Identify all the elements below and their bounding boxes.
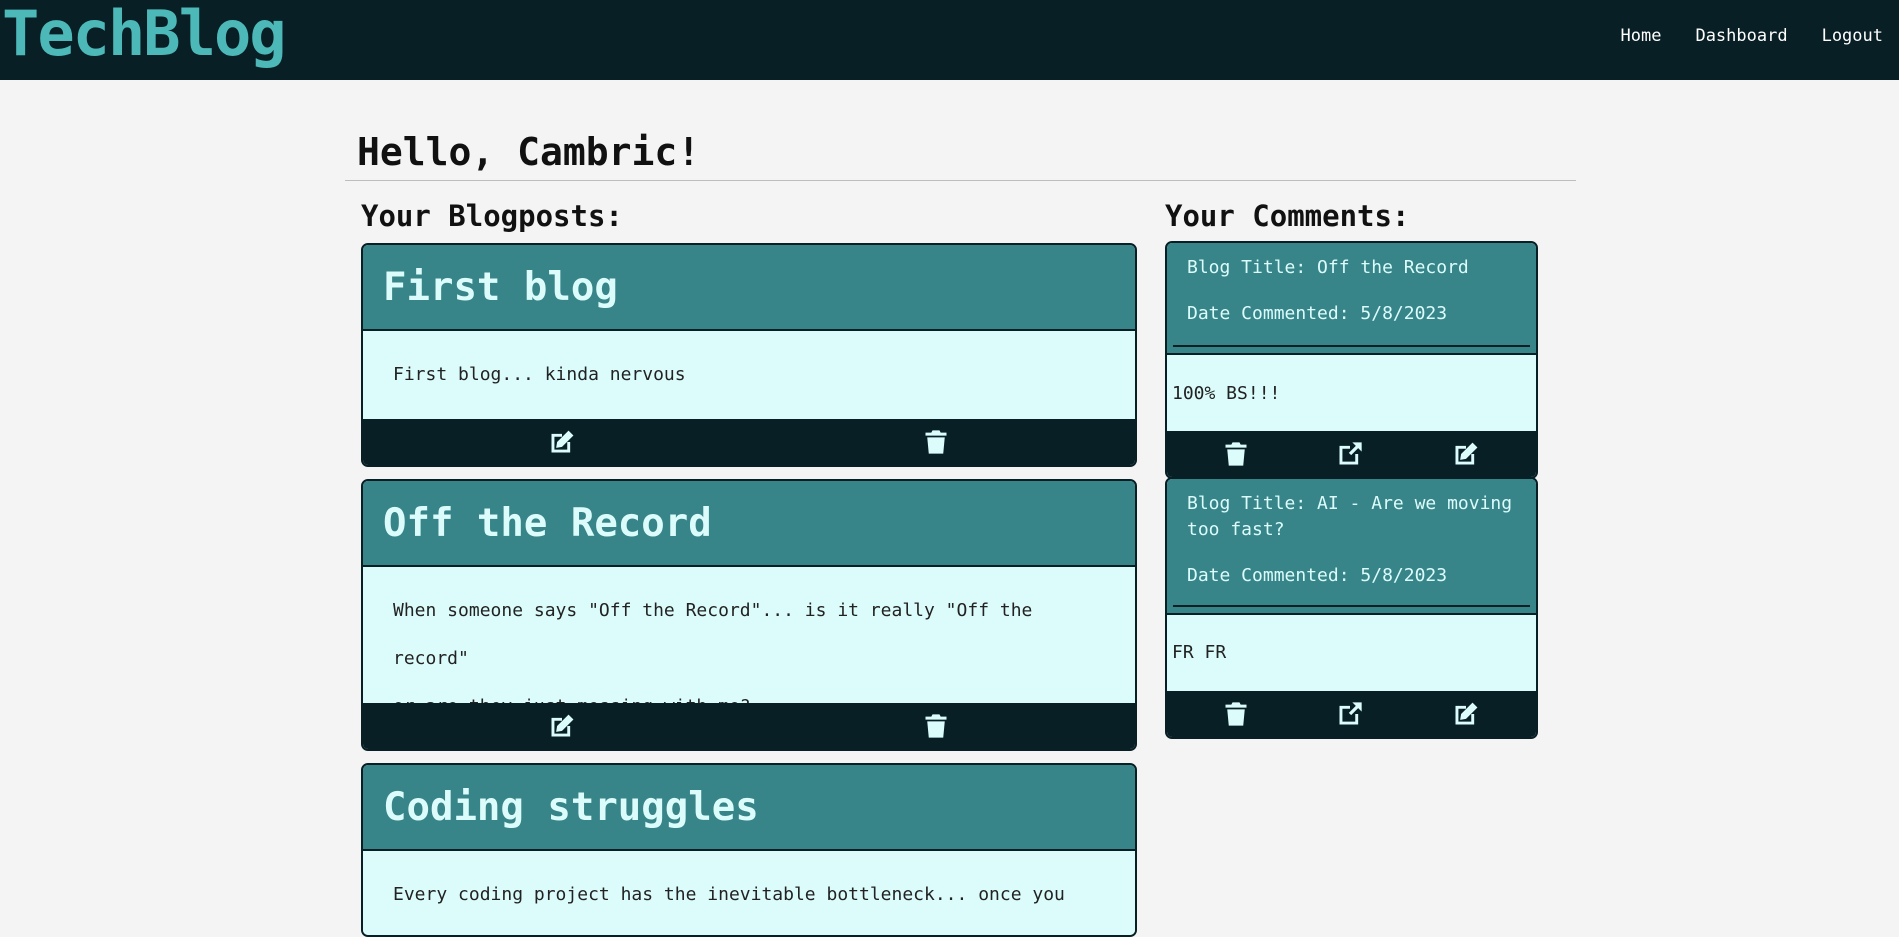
trash-icon[interactable] — [922, 712, 950, 740]
blogposts-heading: Your Blogposts: — [361, 199, 623, 233]
edit-icon[interactable] — [548, 428, 576, 456]
navbar: TechBlog Home Dashboard Logout — [0, 0, 1899, 80]
blogpost-title[interactable]: Off the Record — [363, 481, 1135, 567]
blogpost-title[interactable]: First blog — [363, 245, 1135, 331]
nav-dashboard-link[interactable]: Dashboard — [1695, 26, 1787, 46]
blogpost-card: Coding struggles Every coding project ha… — [361, 763, 1137, 937]
blogpost-title[interactable]: Coding struggles — [363, 765, 1135, 851]
trash-icon[interactable] — [922, 428, 950, 456]
blogpost-body-line: When someone says "Off the Record"... is… — [393, 600, 1033, 669]
blogpost-body-line: Every coding project has the inevitable … — [393, 884, 1065, 935]
edit-icon[interactable] — [1452, 440, 1480, 468]
blogpost-card: First blog First blog... kinda nervous — [361, 243, 1137, 467]
external-link-icon[interactable] — [1336, 700, 1364, 728]
nav-logout-link[interactable]: Logout — [1822, 26, 1883, 46]
blogpost-body: Every coding project has the inevitable … — [363, 851, 1135, 935]
blogpost-body: When someone says "Off the Record"... is… — [363, 567, 1135, 717]
comment-date: Date Commented: 5/8/2023 — [1187, 303, 1448, 324]
comment-card: Blog Title: AI - Are we moving too fast?… — [1165, 477, 1538, 739]
comment-card: Blog Title: Off the Record Date Commente… — [1165, 241, 1538, 479]
comments-heading: Your Comments: — [1165, 199, 1410, 233]
comment-text: FR FR — [1167, 613, 1536, 691]
external-link-icon[interactable] — [1336, 440, 1364, 468]
comment-header-divider — [1173, 345, 1530, 347]
blogpost-card: Off the Record When someone says "Off th… — [361, 479, 1137, 751]
trash-icon[interactable] — [1222, 700, 1250, 728]
comment-header: Blog Title: AI - Are we moving too fast?… — [1167, 479, 1536, 613]
blogpost-actions — [363, 419, 1135, 465]
nav-home-link[interactable]: Home — [1621, 26, 1662, 46]
comment-blog-title[interactable]: Blog Title: AI - Are we moving too fast? — [1187, 491, 1514, 543]
greeting-heading: Hello, Cambric! — [357, 130, 701, 174]
edit-icon[interactable] — [548, 712, 576, 740]
comment-actions — [1167, 431, 1536, 477]
comment-date: Date Commented: 5/8/2023 — [1187, 565, 1448, 586]
comment-actions — [1167, 691, 1536, 737]
site-logo[interactable]: TechBlog — [2, 2, 287, 66]
trash-icon[interactable] — [1222, 440, 1250, 468]
comment-text: 100% BS!!! — [1167, 353, 1536, 431]
blogpost-actions — [363, 703, 1135, 749]
edit-icon[interactable] — [1452, 700, 1480, 728]
comment-header-divider — [1173, 605, 1530, 607]
blogpost-body-line: First blog... kinda nervous — [393, 364, 686, 385]
divider — [345, 180, 1576, 181]
blogpost-body: First blog... kinda nervous — [363, 331, 1135, 419]
comment-header: Blog Title: Off the Record Date Commente… — [1167, 243, 1536, 353]
nav-links: Home Dashboard Logout — [1621, 26, 1884, 46]
comment-blog-title[interactable]: Blog Title: Off the Record — [1187, 255, 1514, 281]
